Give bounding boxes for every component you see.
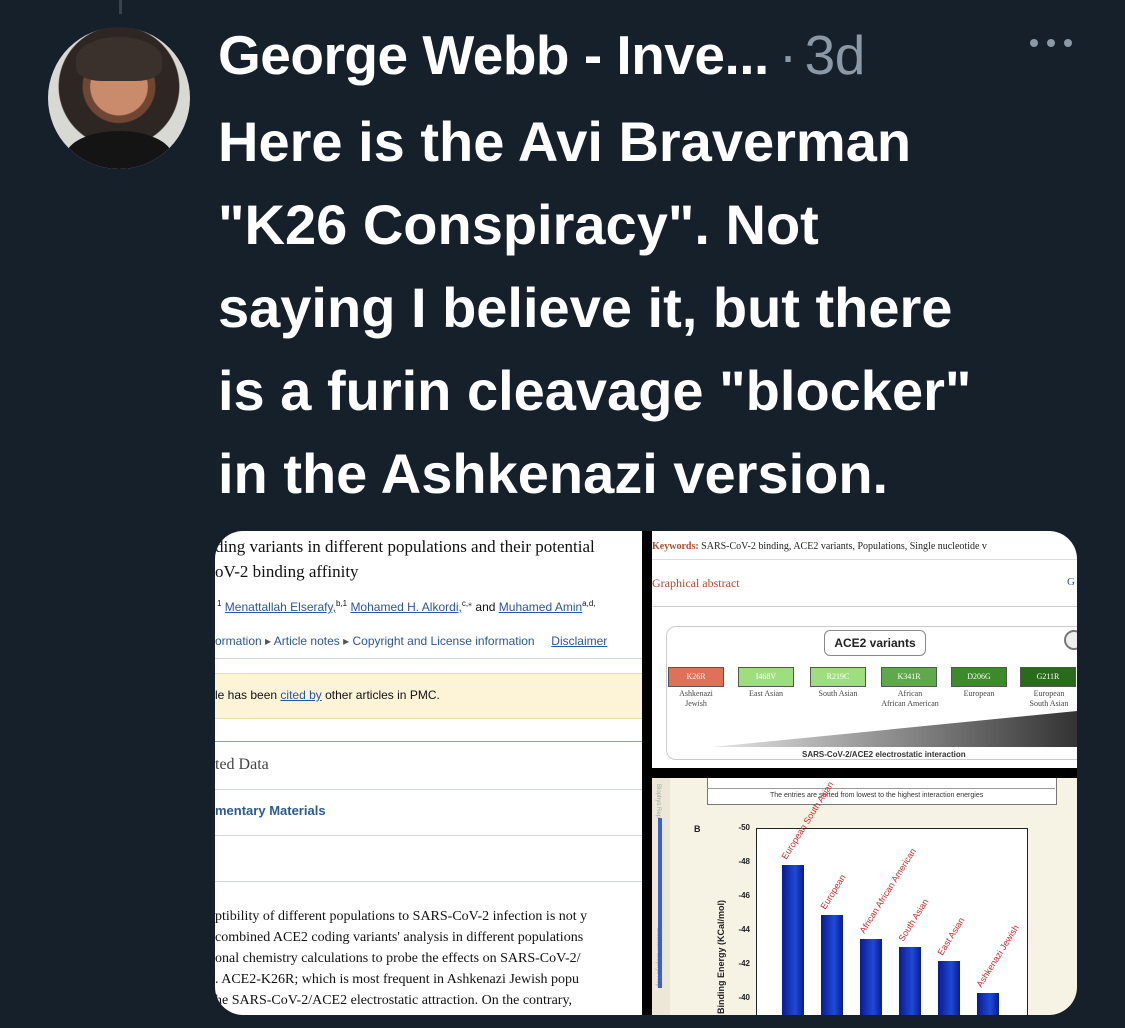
header-separator: · bbox=[778, 24, 797, 86]
variant-population: African African American bbox=[881, 689, 939, 708]
nav-information[interactable]: ormation bbox=[215, 634, 262, 648]
y-tick-label: -40 bbox=[738, 993, 750, 1002]
cited-by-link[interactable]: cited by bbox=[280, 688, 321, 702]
more-options-icon[interactable] bbox=[1030, 39, 1072, 53]
tweet-text: Here is the Avi Braverman "K26 Conspirac… bbox=[218, 110, 972, 505]
nav-copyright[interactable]: Copyright and License information bbox=[352, 634, 534, 648]
chart-bar bbox=[782, 865, 804, 1015]
abstract-text: ptibility of different populations to SA… bbox=[215, 909, 588, 1008]
variant-chip-k341r: K341R bbox=[881, 667, 937, 687]
chart-bar bbox=[899, 947, 921, 1015]
divider bbox=[652, 559, 1077, 560]
variant-chip-r219c: R219C bbox=[810, 667, 866, 687]
variant-chip-g211r: G211R bbox=[1020, 667, 1076, 687]
chart-bar bbox=[821, 914, 843, 1015]
article-screenshot-image[interactable]: ding variants in different populations a… bbox=[215, 531, 642, 1015]
keywords-line: Keywords: SARS-CoV-2 binding, ACE2 varia… bbox=[652, 541, 987, 552]
y-tick-label: -44 bbox=[738, 925, 750, 934]
divider bbox=[215, 881, 642, 882]
table-note: The entries are sorted from lowest to th… bbox=[770, 792, 984, 799]
variant-population: European South Asian bbox=[1029, 689, 1069, 708]
chart-bar bbox=[860, 938, 882, 1015]
media-grid[interactable]: ding variants in different populations a… bbox=[215, 531, 1077, 1015]
nav-article-notes[interactable]: Article notes bbox=[274, 634, 340, 648]
article-info-nav: ormation ▸ Article notes ▸ Copyright and… bbox=[215, 634, 608, 648]
variant-chip-i468v: I468V bbox=[738, 667, 794, 687]
y-tick-label: -42 bbox=[738, 959, 750, 968]
corner-letter: G bbox=[1067, 576, 1075, 588]
thread-connector-line bbox=[119, 0, 122, 14]
variant-population: Ashkenazi Jewish bbox=[679, 689, 713, 708]
divider bbox=[215, 789, 642, 790]
supplementary-materials-heading[interactable]: mentary Materials bbox=[215, 803, 326, 818]
variant-population: East Asian bbox=[749, 689, 783, 698]
divider bbox=[652, 606, 1077, 607]
divider bbox=[215, 835, 642, 836]
chart-bar bbox=[938, 960, 960, 1015]
avatar[interactable] bbox=[48, 27, 190, 169]
article-authors: 1 Menattallah Elserafy,b,1 Mohamed H. Al… bbox=[217, 599, 596, 614]
side-accent-bar bbox=[658, 818, 662, 988]
chart-y-axis-label: Binding Energy (KCal/mol) bbox=[716, 899, 726, 1014]
variant-population: South Asian bbox=[818, 689, 858, 698]
graphical-abstract-image[interactable]: Keywords: SARS-CoV-2 binding, ACE2 varia… bbox=[652, 531, 1077, 768]
divider bbox=[215, 658, 642, 659]
y-tick-label: -46 bbox=[738, 891, 750, 900]
axis-caption: SARS-CoV-2/ACE2 electrostatic interactio… bbox=[802, 750, 966, 759]
variant-chip-d206g: D206G bbox=[951, 667, 1007, 687]
author-link-amin[interactable]: Muhamed Amin bbox=[499, 600, 582, 614]
avatar-shirt bbox=[66, 131, 172, 169]
electrostatic-gradient-wedge bbox=[712, 711, 1077, 747]
article-title-line-1: ding variants in different populations a… bbox=[215, 537, 595, 556]
panel-letter: B bbox=[694, 824, 701, 834]
author-link-alkordi[interactable]: Mohamed H. Alkordi, bbox=[350, 600, 461, 614]
tweet-timestamp[interactable]: 3d bbox=[805, 23, 866, 87]
zoom-circle-icon[interactable] bbox=[1064, 630, 1077, 650]
ace2-variants-title: ACE2 variants bbox=[824, 630, 926, 656]
variant-chip-k26r: K26R bbox=[668, 667, 724, 687]
cited-notice: le has been cited by other articles in P… bbox=[215, 688, 440, 702]
author-name[interactable]: George Webb - Inve... bbox=[218, 23, 769, 87]
y-tick-label: -50 bbox=[738, 823, 750, 832]
chart-bar bbox=[977, 992, 999, 1015]
nav-disclaimer[interactable]: Disclaimer bbox=[551, 634, 607, 648]
avatar-hair bbox=[76, 37, 162, 81]
related-data-heading[interactable]: ted Data bbox=[215, 756, 269, 774]
tweet-header: George Webb - Inve... · 3d bbox=[218, 20, 865, 90]
variant-population: European bbox=[963, 689, 995, 698]
author-link-elserafy[interactable]: Menattallah Elserafy, bbox=[225, 600, 336, 614]
graphical-abstract-heading: Graphical abstract bbox=[652, 576, 740, 590]
article-title-line-2: oV-2 binding affinity bbox=[215, 562, 359, 581]
side-journal-text: Biophys Rep bbox=[655, 784, 661, 819]
table-rule bbox=[707, 788, 1055, 789]
divider bbox=[215, 741, 642, 742]
binding-energy-chart-image[interactable]: Biophys Rep Biochem Biophys Rep The entr… bbox=[652, 778, 1077, 1015]
y-tick-label: -48 bbox=[738, 857, 750, 866]
